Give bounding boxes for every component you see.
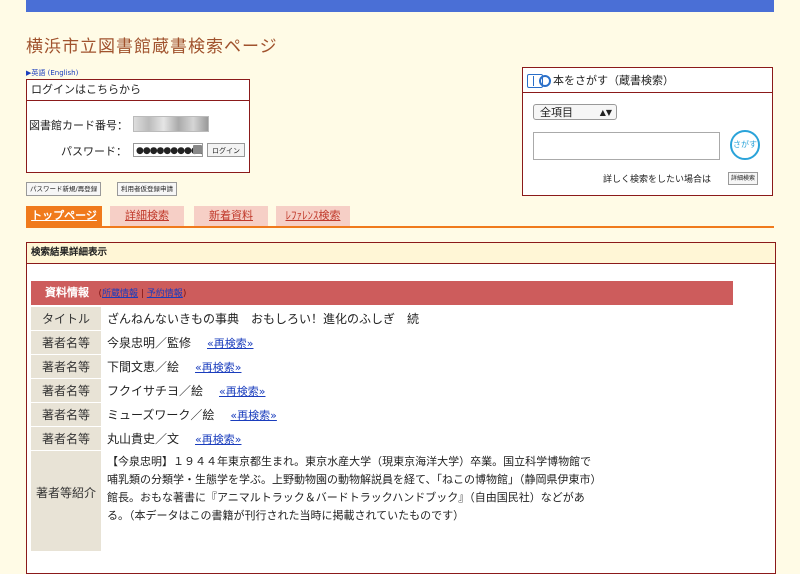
card-number-field[interactable]: [133, 116, 209, 132]
result-heading: 検索結果詳細表示: [27, 243, 775, 264]
search-panel: 本をさがす（蔵書検索） 全項目 ▲▼ さがす 詳しく検索をしたい場合は 詳細検索: [522, 67, 773, 196]
login-button[interactable]: ログイン: [207, 143, 245, 157]
author-value: 丸山貴史／文: [107, 432, 180, 446]
search-input[interactable]: [533, 132, 720, 160]
card-number-label: 図書館カード番号：: [29, 119, 128, 132]
password-label: パスワード：: [61, 145, 127, 158]
keyboard-icon[interactable]: [193, 145, 202, 154]
reserve-link[interactable]: 予約情報: [147, 289, 183, 299]
result-panel: 検索結果詳細表示 資料情報 (所蔵情報 | 予約情報) タイトル ざんねんないき…: [26, 242, 776, 574]
tab-new-arrivals[interactable]: 新着資料: [194, 206, 268, 226]
row-value: 丸山貴史／文 «再検索»: [107, 427, 241, 452]
search-heading: 本をさがす（蔵書検索）: [527, 72, 674, 88]
tab-underline: [26, 226, 774, 228]
row-label: 著者等紹介: [31, 451, 101, 551]
row-value: ミューズワーク／絵 «再検索»: [107, 403, 277, 428]
row-label: タイトル: [31, 307, 101, 331]
divider: [523, 92, 772, 93]
tab-top-page[interactable]: トップページ: [26, 206, 102, 226]
item-info-title: 資料情報: [45, 286, 89, 299]
research-link[interactable]: «再検索»: [219, 385, 265, 398]
top-accent-bar: [26, 0, 774, 12]
info-links: (所蔵情報 | 予約情報): [98, 289, 187, 299]
detail-search-button[interactable]: 詳細検索: [728, 172, 759, 185]
search-field-select[interactable]: 全項目 ▲▼: [533, 104, 617, 120]
author-intro-row: 著者等紹介 【今泉忠明】１９４４年東京都生まれ。東京水産大学（現東京海洋大学）卒…: [31, 450, 733, 551]
author-row: 著者名等 丸山貴史／文 «再検索»: [31, 426, 733, 451]
author-row: 著者名等 フクイサチヨ／絵 «再検索»: [31, 378, 733, 403]
row-value: 下間文恵／絵 «再検索»: [107, 355, 241, 380]
research-link[interactable]: «再検索»: [195, 361, 241, 374]
author-value: フクイサチヨ／絵: [107, 384, 204, 398]
password-register-button[interactable]: パスワード新規/再登録: [26, 182, 102, 196]
item-info-header: 資料情報 (所蔵情報 | 予約情報): [31, 281, 733, 305]
login-panel: ログインはこちらから 図書館カード番号： パスワード： ●●●●●●●●●●●●…: [26, 79, 250, 173]
holdings-link[interactable]: 所蔵情報: [102, 289, 138, 299]
row-label: 著者名等: [31, 403, 101, 427]
row-label: 著者名等: [31, 355, 101, 379]
search-button[interactable]: さがす: [730, 130, 760, 160]
row-label: 著者名等: [31, 379, 101, 403]
author-intro-value: 【今泉忠明】１９４４年東京都生まれ。東京水産大学（現東京海洋大学）卒業。国立科学…: [107, 455, 596, 522]
research-link[interactable]: «再検索»: [230, 409, 276, 422]
author-row: 著者名等 下間文恵／絵 «再検索»: [31, 354, 733, 379]
select-value: 全項目: [540, 106, 573, 119]
search-heading-text: 本をさがす（蔵書検索）: [553, 74, 674, 87]
author-value: 今泉忠明／監修: [107, 336, 192, 350]
site-title: 横浜市立図書館蔵書検索ページ: [26, 37, 278, 57]
tab-reference-search[interactable]: ﾚﾌｧﾚﾝｽ検索: [276, 206, 350, 226]
book-icon: [527, 74, 543, 88]
row-value: 今泉忠明／監修 «再検索»: [107, 331, 253, 356]
tab-detail-search[interactable]: 詳細検索: [110, 206, 184, 226]
author-value: ミューズワーク／絵: [107, 408, 215, 422]
row-value: ざんねんないきもの事典 おもしろい！進化のふしぎ 続: [107, 307, 419, 331]
research-link[interactable]: «再検索»: [195, 433, 241, 446]
row-value: フクイサチヨ／絵 «再検索»: [107, 379, 265, 404]
author-row: 著者名等 ミューズワーク／絵 «再検索»: [31, 402, 733, 427]
row-label: 著者名等: [31, 427, 101, 451]
research-link[interactable]: «再検索»: [207, 337, 253, 350]
title-value: ざんねんないきもの事典 おもしろい！進化のふしぎ 続: [107, 312, 420, 326]
detail-search-hint: 詳しく検索をしたい場合は: [603, 175, 712, 185]
author-value: 下間文恵／絵: [107, 360, 180, 374]
title-row: タイトル ざんねんないきもの事典 おもしろい！進化のふしぎ 続: [31, 306, 733, 331]
author-row: 著者名等 今泉忠明／監修 «再検索»: [31, 330, 733, 355]
english-link[interactable]: ▶英語 (English): [26, 68, 78, 78]
row-label: 著者名等: [31, 331, 101, 355]
login-heading: ログインはこちらから: [27, 80, 249, 101]
select-arrows-icon: ▲▼: [599, 108, 612, 117]
temporary-register-button[interactable]: 利用者仮登録申請: [117, 182, 177, 196]
